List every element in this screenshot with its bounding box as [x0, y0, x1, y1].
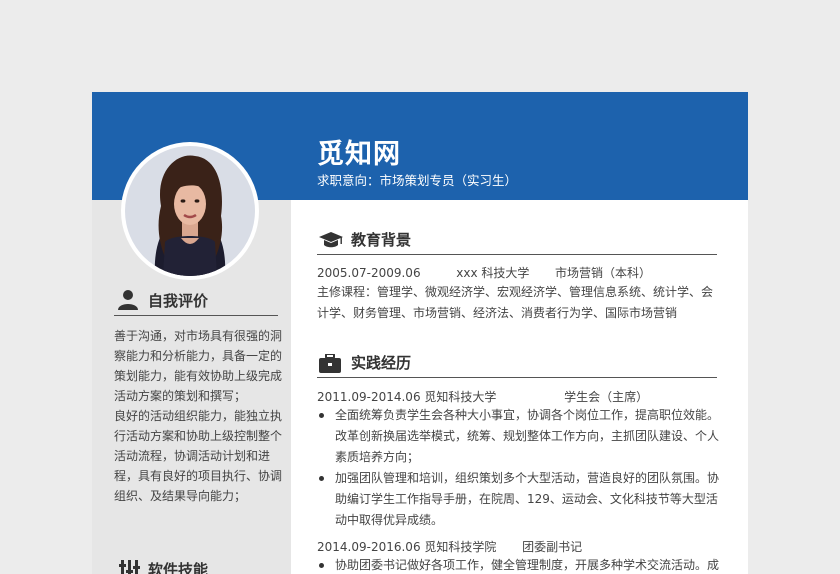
tools-icon — [118, 558, 140, 574]
list-item: 全面统筹负责学生会各种大小事宜，协调各个岗位工作，提高职位效能。改革创新换届选举… — [317, 405, 722, 468]
education-major: 市场营销（本科） — [555, 266, 652, 280]
education-row: 2005.07-2009.06 xxx 科技大学 市场营销（本科） — [317, 264, 651, 281]
self-eval-paragraph: 善于沟通，对市场具有很强的洞察能力和分析能力，具备一定的策划能力，能有效协助上级… — [114, 329, 283, 403]
education-heading: 教育背景 — [317, 228, 717, 255]
education-courses: 主修课程：管理学、微观经济学、宏观经济学、管理信息系统、统计学、会计学、财务管理… — [317, 285, 714, 320]
software-title: 软件技能 — [148, 561, 209, 574]
job-intent: 求职意向：市场策划专员（实习生） — [317, 173, 518, 188]
practice-entry-org: 2014.09-2016.06 觅知科技学院 — [317, 540, 497, 554]
practice-entry-org: 2011.09-2014.06 觅知科技大学 — [317, 390, 497, 404]
list-item: 加强团队管理和培训，组织策划多个大型活动，营造良好的团队氛围。协助编订学生工作指… — [317, 468, 722, 531]
resume-page: 觅知网 求职意向：市场策划专员（实习生） 自我评价 善于沟通，对市场具有很强的洞… — [92, 92, 748, 574]
list-item: 协助团委书记做好各项工作，健全管理制度，开展多种学术交流活动。成功 — [317, 555, 722, 574]
practice-entry-bullets: 协助团委书记做好各项工作，健全管理制度，开展多种学术交流活动。成功 — [317, 555, 722, 574]
self-eval-text: 善于沟通，对市场具有很强的洞察能力和分析能力，具备一定的策划能力，能有效协助上级… — [114, 326, 284, 506]
briefcase-icon — [319, 353, 341, 377]
avatar — [121, 142, 259, 280]
practice-heading: 实践经历 — [317, 351, 717, 378]
education-school: xxx 科技大学 — [456, 266, 530, 280]
self-eval-title: 自我评价 — [148, 292, 209, 310]
software-heading: 软件技能 — [114, 558, 278, 574]
practice-entry-role: 团委副书记 — [522, 540, 583, 554]
self-eval-paragraph: 良好的活动组织能力，能独立执行活动方案和协助上级控制整个活动流程，协调活动计划和… — [114, 409, 283, 503]
practice-entry-bullets: 全面统筹负责学生会各种大小事宜，协调各个岗位工作，提高职位效能。改革创新换届选举… — [317, 405, 722, 531]
self-eval-heading: 自我评价 — [114, 289, 278, 316]
candidate-name: 觅知网 — [317, 139, 401, 170]
practice-entry-header: 2014.09-2016.06 觅知科技学院 团委副书记 — [317, 538, 582, 555]
practice-title: 实践经历 — [351, 354, 412, 372]
graduation-cap-icon — [319, 231, 343, 253]
portrait-image — [125, 146, 255, 276]
person-icon — [118, 289, 138, 315]
practice-entry-header: 2011.09-2014.06 觅知科技大学 学生会（主席） — [317, 388, 648, 405]
education-title: 教育背景 — [351, 231, 412, 249]
practice-entry-role: 学生会（主席） — [564, 390, 649, 404]
avatar-photo — [125, 146, 255, 276]
education-period: 2005.07-2009.06 — [317, 266, 421, 280]
